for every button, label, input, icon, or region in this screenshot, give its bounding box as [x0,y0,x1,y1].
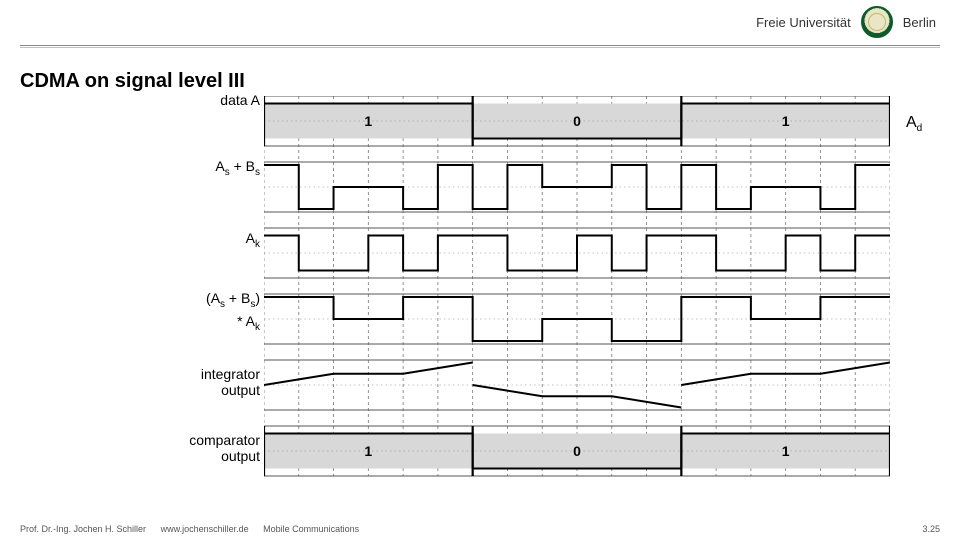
footer-author: Prof. Dr.-Ing. Jochen H. Schiller [20,524,146,534]
svg-text:1: 1 [364,443,372,459]
university-name-right: Berlin [903,15,936,30]
signal-plot: 1 0 1 1 0 1 [264,96,890,486]
university-brand: Freie Universität Berlin [756,6,936,38]
label-ak: Ak [246,230,260,253]
label-integrator: integrator output [201,366,260,398]
header-divider [20,45,940,46]
slide-footer: Prof. Dr.-Ing. Jochen H. Schiller www.jo… [20,524,940,534]
footer-course: Mobile Communications [263,524,359,534]
svg-text:0: 0 [573,113,581,129]
footer-page: 3.25 [922,524,940,534]
university-seal-icon [861,6,893,38]
label-data-a: data A [220,92,260,108]
row-labels-column: data A As + Bs Ak (As + Bs)* Ak integrat… [20,90,264,490]
svg-text:1: 1 [782,113,790,129]
label-comparator: comparator output [189,432,260,464]
header-divider-shadow [20,47,940,48]
label-asbs-times-ak: (As + Bs)* Ak [206,290,260,336]
svg-text:1: 1 [782,443,790,459]
university-name-left: Freie Universität [756,15,851,30]
svg-text:0: 0 [573,443,581,459]
svg-text:1: 1 [364,113,372,129]
label-as-plus-bs: As + Bs [215,158,260,181]
footer-url: www.jochenschiller.de [161,524,249,534]
label-ad: Ad [906,114,922,134]
